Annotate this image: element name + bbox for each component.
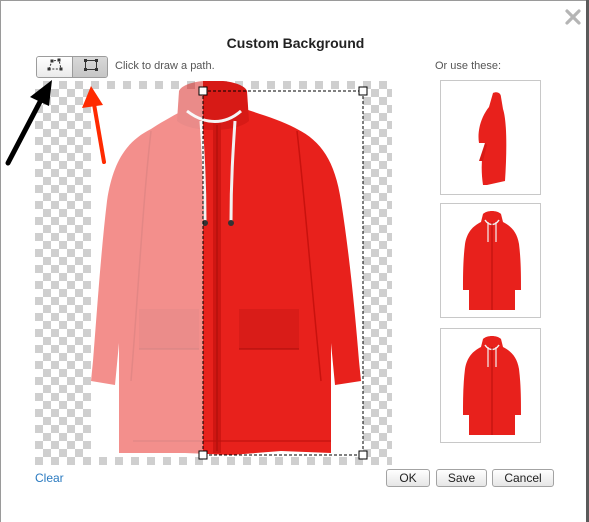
rectangle-tool-button[interactable]: [72, 57, 107, 77]
custom-background-dialog: Custom Background Click to draw a path. …: [0, 0, 588, 522]
clear-link[interactable]: Clear: [35, 471, 64, 485]
background-editor-canvas[interactable]: [35, 81, 392, 465]
background-option-3[interactable]: [440, 328, 541, 443]
draw-hint-text: Click to draw a path.: [115, 60, 215, 72]
background-option-2[interactable]: [440, 203, 541, 318]
background-option-1[interactable]: [440, 80, 541, 195]
or-use-these-label: Or use these:: [435, 60, 502, 72]
rectangle-select-icon: [83, 58, 99, 77]
selection-tool-group: [36, 56, 108, 78]
polygon-path-icon: [46, 58, 64, 77]
close-icon[interactable]: [563, 7, 583, 27]
ok-button[interactable]: OK: [386, 469, 430, 487]
cancel-button[interactable]: Cancel: [492, 469, 554, 487]
path-tool-button[interactable]: [37, 57, 72, 77]
dialog-title: Custom Background: [226, 35, 365, 51]
save-button[interactable]: Save: [436, 469, 487, 487]
